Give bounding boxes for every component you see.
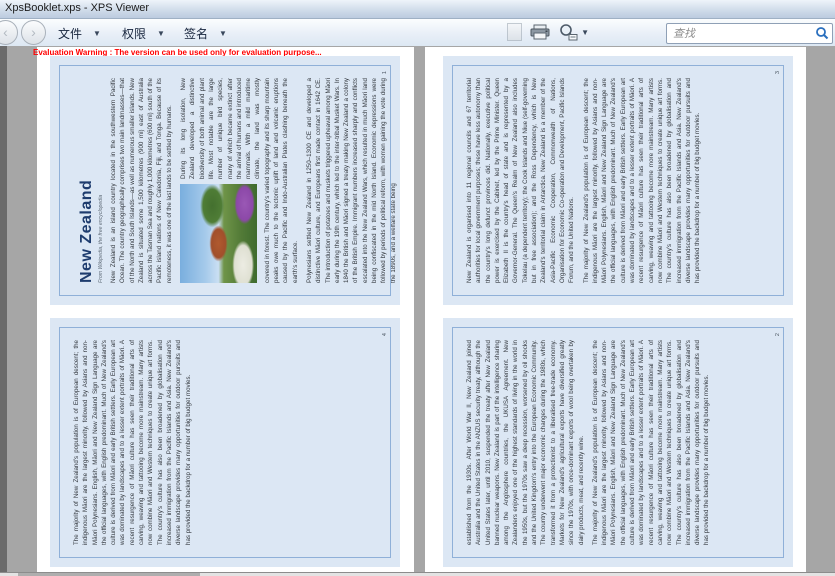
title-bar: XpsBooklet.xps - XPS Viewer bbox=[0, 0, 835, 19]
page-3: New Zealand is organised into 11 regiona… bbox=[443, 56, 793, 305]
outline-button[interactable] bbox=[507, 23, 522, 41]
menu-signatures[interactable]: 签名 ▼ bbox=[184, 25, 227, 41]
menu-file[interactable]: 文件 ▼ bbox=[58, 25, 101, 41]
document-icon bbox=[507, 23, 522, 41]
chevron-down-icon: ▼ bbox=[219, 29, 227, 38]
page-border-frame bbox=[452, 327, 784, 558]
zoom-icon bbox=[558, 23, 578, 41]
page-1: New Zealand From Wikipedia, the free enc… bbox=[50, 56, 400, 305]
zoom-button[interactable]: ▼ bbox=[558, 23, 589, 41]
menu-file-label: 文件 bbox=[58, 25, 82, 42]
xps-viewer-window: XpsBooklet.xps - XPS Viewer ‹ › 文件 ▼ 权限 … bbox=[0, 0, 835, 576]
chevron-down-icon: ▼ bbox=[157, 29, 165, 38]
booklet-sheet-2: New Zealand is organised into 11 regiona… bbox=[425, 47, 806, 573]
page-4: The majority of New Zealand's population… bbox=[50, 318, 400, 567]
menu-permissions-label: 权限 bbox=[122, 25, 146, 42]
page-2: established from the 1930s. After World … bbox=[443, 318, 793, 567]
forward-button[interactable]: › bbox=[21, 20, 46, 45]
menu-bar: ‹ › 文件 ▼ 权限 ▼ 签名 ▼ bbox=[0, 19, 835, 47]
document-canvas: Evaluation Warning : The version can be … bbox=[0, 46, 835, 576]
back-button[interactable]: ‹ bbox=[0, 20, 18, 45]
canvas-left-edge bbox=[0, 46, 7, 573]
page-border-frame bbox=[59, 65, 391, 296]
chevron-down-icon: ▼ bbox=[93, 29, 101, 38]
menu-signatures-label: 签名 bbox=[184, 25, 208, 42]
menu-permissions[interactable]: 权限 ▼ bbox=[122, 25, 165, 41]
page-border-frame bbox=[59, 327, 391, 558]
horizontal-scrollbar[interactable] bbox=[0, 572, 835, 576]
printer-icon bbox=[530, 24, 550, 40]
booklet-sheet-1: Evaluation Warning : The version can be … bbox=[37, 47, 414, 573]
search-box bbox=[666, 23, 833, 44]
window-title: XpsBooklet.xps - XPS Viewer bbox=[5, 2, 149, 14]
search-icon[interactable] bbox=[815, 26, 829, 40]
chevron-down-icon: ▼ bbox=[581, 28, 589, 37]
search-input[interactable] bbox=[671, 25, 811, 42]
page-border-frame bbox=[452, 65, 784, 296]
print-button[interactable] bbox=[530, 24, 550, 40]
